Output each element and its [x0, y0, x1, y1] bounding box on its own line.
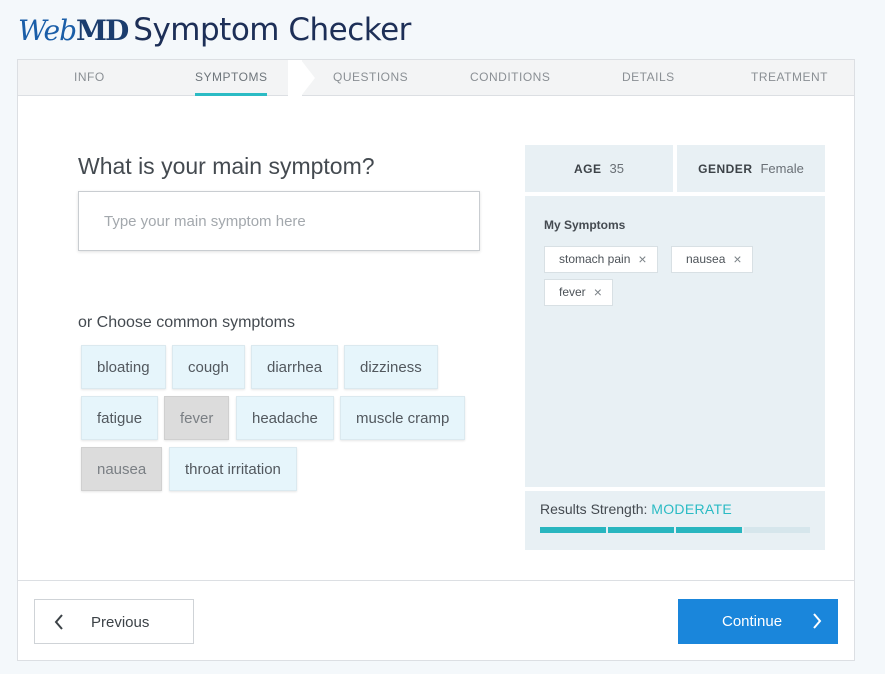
step-treatment[interactable]: TREATMENT [751, 60, 828, 96]
previous-button[interactable]: Previous [34, 599, 194, 644]
logo-web-text: Web [18, 13, 77, 47]
logo-md-text: MD [76, 13, 129, 47]
symptom-chip-dizziness[interactable]: dizziness [344, 345, 438, 389]
symptom-chip-diarrhea[interactable]: diarrhea [251, 345, 339, 389]
active-step-underline [195, 93, 268, 96]
close-icon[interactable]: × [638, 246, 646, 273]
gender-box[interactable]: GENDER Female [677, 145, 825, 192]
gender-label: GENDER [698, 161, 753, 176]
main-symptom-input[interactable] [78, 191, 480, 251]
webmd-logo[interactable]: WebMD [18, 13, 129, 47]
strength-value: MODERATE [651, 501, 732, 517]
age-value: 35 [609, 161, 624, 176]
step-info[interactable]: INFO [74, 60, 105, 96]
symptom-chip-fatigue[interactable]: fatigue [81, 396, 159, 440]
step-label: CONDITIONS [470, 70, 551, 84]
step-symptoms[interactable]: SYMPTOMS [195, 60, 268, 96]
close-icon[interactable]: × [594, 279, 602, 306]
progress-steps: INFO SYMPTOMS QUESTIONS CONDITIONS DETAI… [18, 60, 854, 96]
chevron-left-icon [54, 614, 63, 630]
symptom-chip-bloating[interactable]: bloating [81, 345, 166, 389]
my-symptoms-title: My Symptoms [544, 218, 626, 232]
step-details[interactable]: DETAILS [622, 60, 675, 96]
symptom-chip-fever[interactable]: fever [164, 396, 230, 440]
strength-segment [676, 527, 742, 533]
chevron-right-icon [813, 613, 822, 629]
step-questions[interactable]: QUESTIONS [333, 60, 408, 96]
footer-divider [18, 580, 854, 581]
selected-symptom-tag: stomach pain × [544, 246, 658, 273]
symptom-chip-muscle-cramp[interactable]: muscle cramp [340, 396, 466, 440]
strength-segment [540, 527, 606, 533]
continue-button[interactable]: Continue [678, 599, 838, 644]
step-label: SYMPTOMS [195, 70, 268, 84]
symptom-checker-card: INFO SYMPTOMS QUESTIONS CONDITIONS DETAI… [17, 59, 855, 661]
results-strength-box: Results Strength: MODERATE [525, 491, 825, 550]
gender-value: Female [760, 161, 804, 176]
selected-symptom-tag: nausea × [671, 246, 753, 273]
strength-segment [608, 527, 674, 533]
main-symptom-question: What is your main symptom? [78, 153, 375, 179]
age-label: AGE [574, 161, 602, 176]
step-label: DETAILS [622, 70, 675, 84]
tag-label: fever [559, 285, 586, 299]
app-header: WebMD Symptom Checker [18, 10, 411, 50]
symptom-chip-cough[interactable]: cough [172, 345, 245, 389]
symptom-chip-nausea[interactable]: nausea [81, 447, 163, 491]
app-title: Symptom Checker [133, 12, 411, 48]
tag-label: nausea [686, 252, 726, 266]
my-symptoms-panel: My Symptoms stomach pain × nausea × feve… [525, 196, 825, 487]
common-symptoms-label: or Choose common symptoms [78, 314, 295, 331]
symptom-chip-headache[interactable]: headache [236, 396, 334, 440]
close-icon[interactable]: × [733, 246, 741, 273]
step-conditions[interactable]: CONDITIONS [470, 60, 550, 96]
strength-segment [744, 527, 810, 533]
step-arrow [301, 60, 315, 96]
tag-label: stomach pain [559, 252, 631, 266]
selected-symptom-tag: fever × [544, 279, 613, 306]
step-label: QUESTIONS [333, 70, 409, 84]
strength-label: Results Strength: [540, 501, 648, 517]
step-label: INFO [74, 70, 105, 84]
symptom-chip-throat-irritation[interactable]: throat irritation [169, 447, 297, 491]
age-box[interactable]: AGE 35 [525, 145, 673, 192]
step-label: TREATMENT [751, 70, 828, 84]
previous-label: Previous [91, 614, 150, 631]
step-divider-bg [288, 60, 302, 96]
continue-label: Continue [722, 613, 783, 630]
results-strength-text: Results Strength: MODERATE [540, 501, 732, 517]
